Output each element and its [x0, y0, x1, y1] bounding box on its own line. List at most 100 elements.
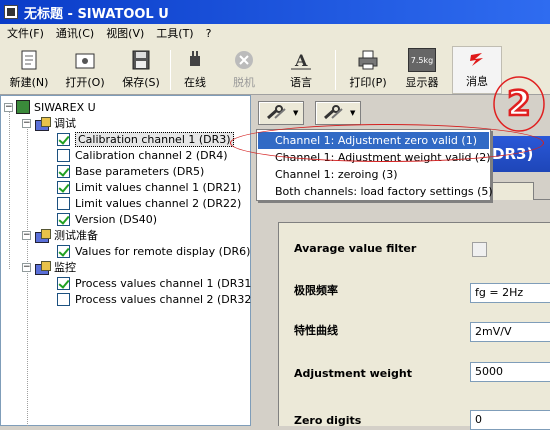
limit-frequency-label: 极限频率: [294, 284, 338, 297]
open-button[interactable]: 打开(O): [62, 48, 108, 92]
menu-item-weight-valid[interactable]: Channel 1: Adjustment weight valid (2): [258, 149, 491, 166]
dropdown-arrow-icon[interactable]: ▼: [350, 109, 355, 117]
menu-item-zeroing[interactable]: Channel 1: zeroing (3): [258, 166, 489, 183]
tree-item-process-ch2[interactable]: Process values channel 2 (DR32): [57, 291, 256, 307]
tree-item-limit-ch1[interactable]: Limit values channel 1 (DR21): [57, 179, 241, 195]
save-button[interactable]: 保存(S): [118, 48, 164, 92]
language-a-icon: A: [291, 51, 311, 70]
wrench-icon: [267, 105, 286, 120]
save-button-label: 保存(S): [122, 76, 160, 89]
limit-frequency-select[interactable]: fg = 2Hz: [470, 283, 550, 303]
tree-guide-line: [9, 109, 10, 269]
command-wrench-button-2[interactable]: ▼: [315, 101, 361, 125]
zero-digits-label: Zero digits: [294, 414, 362, 427]
open-folder-icon: [75, 53, 95, 69]
avg-filter-checkbox[interactable]: [472, 242, 487, 257]
tree-item-label: Version (DS40): [75, 212, 157, 226]
folder-icon: [34, 260, 51, 275]
checkbox[interactable]: [57, 180, 70, 194]
checkbox[interactable]: [57, 244, 70, 258]
command-wrench-button[interactable]: ▼: [258, 101, 304, 125]
tree-item-calibration-ch2[interactable]: Calibration channel 2 (DR4): [57, 147, 228, 163]
online-button-label: 在线: [184, 76, 206, 89]
language-button-label: 语言: [290, 76, 312, 89]
tree-group-test-prep[interactable]: − 测试准备: [22, 227, 98, 243]
collapse-icon[interactable]: −: [22, 118, 31, 128]
checkbox[interactable]: [57, 132, 70, 146]
menu-communication[interactable]: 通讯(C): [51, 25, 99, 41]
print-button-label: 打印(P): [349, 76, 387, 89]
tree-item-calibration-ch1[interactable]: Calibration channel 1 (DR3): [57, 131, 234, 147]
svg-text:A: A: [294, 51, 308, 70]
tree-item-version[interactable]: Version (DS40): [57, 211, 157, 227]
offline-x-icon: [235, 51, 253, 69]
folder-icon: [34, 116, 51, 131]
message-flash-icon: [470, 53, 483, 66]
printer-icon: [358, 50, 378, 70]
menu-view[interactable]: 视图(V): [101, 25, 149, 41]
tree-group-label: 测试准备: [54, 229, 98, 242]
checkbox[interactable]: [57, 212, 70, 226]
language-button[interactable]: A 语言: [280, 48, 322, 92]
tree-group-commissioning[interactable]: − 调试: [22, 115, 76, 131]
checkbox[interactable]: [57, 292, 70, 306]
toolbar-separator: [335, 50, 336, 90]
offline-button[interactable]: 脱机: [226, 48, 262, 92]
dropdown-arrow-icon[interactable]: ▼: [293, 109, 298, 117]
toolbar-separator: [170, 50, 171, 90]
print-button[interactable]: 打印(P): [344, 48, 392, 92]
window-title: 无标题 - SIWATOOL U: [24, 6, 169, 22]
menu-item-factory-settings[interactable]: Both channels: load factory settings (5): [258, 183, 493, 200]
checkbox[interactable]: [57, 276, 70, 290]
new-button[interactable]: 新建(N): [6, 48, 52, 92]
tree-group-label: 监控: [54, 261, 76, 274]
tree-item-label: Process values channel 2 (DR32): [75, 292, 256, 306]
tree-group-monitoring[interactable]: − 监控: [22, 259, 76, 275]
menu-item-zero-valid[interactable]: Channel 1: Adjustment zero valid (1): [258, 132, 489, 149]
tree-guide-line: [27, 126, 28, 426]
scale-display-icon: 7.5kg: [408, 48, 436, 72]
menu-help[interactable]: ?: [201, 27, 217, 40]
tree-group-label: 调试: [54, 117, 76, 130]
folder-icon: [34, 228, 51, 243]
new-document-icon: [21, 50, 37, 70]
collapse-icon[interactable]: −: [22, 262, 31, 272]
display-button[interactable]: 7.5kg 显示器: [400, 48, 444, 92]
tree-root[interactable]: − SIWAREX U: [4, 99, 96, 115]
tab-page[interactable]: [490, 182, 534, 200]
device-icon: [16, 100, 30, 114]
menu-file[interactable]: 文件(F): [2, 25, 49, 41]
command-dropdown-menu: Channel 1: Adjustment zero valid (1) Cha…: [256, 129, 493, 201]
adjustment-weight-input[interactable]: 5000: [470, 362, 550, 382]
characteristic-select[interactable]: 2mV/V: [470, 322, 550, 342]
zero-digits-input[interactable]: 0: [470, 410, 550, 430]
tree-item-label: Calibration channel 2 (DR4): [75, 148, 228, 162]
checkbox[interactable]: [57, 196, 70, 210]
tree-item-label: Values for remote display (DR6): [75, 244, 251, 258]
menu-bar: 文件(F) 通讯(C) 视图(V) 工具(T) ?: [0, 24, 550, 42]
main-toolbar: 新建(N) 打开(O) 保存(S) 在线 脱机 A 语言 打印(P) 7.5kg…: [0, 42, 550, 95]
app-icon: [4, 5, 18, 19]
tree-item-label: Limit values channel 2 (DR22): [75, 196, 242, 210]
collapse-icon[interactable]: −: [22, 230, 31, 240]
tree-item-base-parameters[interactable]: Base parameters (DR5): [57, 163, 204, 179]
tree-item-label: Process values channel 1 (DR31): [75, 276, 256, 290]
save-disk-icon: [132, 50, 150, 70]
new-button-label: 新建(N): [9, 76, 49, 89]
tree-item-remote-display[interactable]: Values for remote display (DR6): [57, 243, 250, 259]
dataset-header-title: DR3): [492, 145, 534, 163]
message-button[interactable]: 消息: [452, 46, 502, 94]
tree-item-label: Limit values channel 1 (DR21): [75, 180, 242, 194]
adjustment-weight-label: Adjustment weight: [294, 367, 412, 380]
wrench-icon: [324, 105, 343, 120]
menu-tools[interactable]: 工具(T): [151, 25, 198, 41]
online-button[interactable]: 在线: [176, 48, 214, 92]
tree-item-limit-ch2[interactable]: Limit values channel 2 (DR22): [57, 195, 241, 211]
message-button-label: 消息: [466, 75, 488, 88]
display-button-label: 显示器: [405, 76, 439, 89]
checkbox[interactable]: [57, 164, 70, 178]
collapse-icon[interactable]: −: [4, 102, 13, 112]
characteristic-label: 特性曲线: [294, 324, 338, 337]
tree-item-process-ch1[interactable]: Process values channel 1 (DR31): [57, 275, 256, 291]
checkbox[interactable]: [57, 148, 70, 162]
